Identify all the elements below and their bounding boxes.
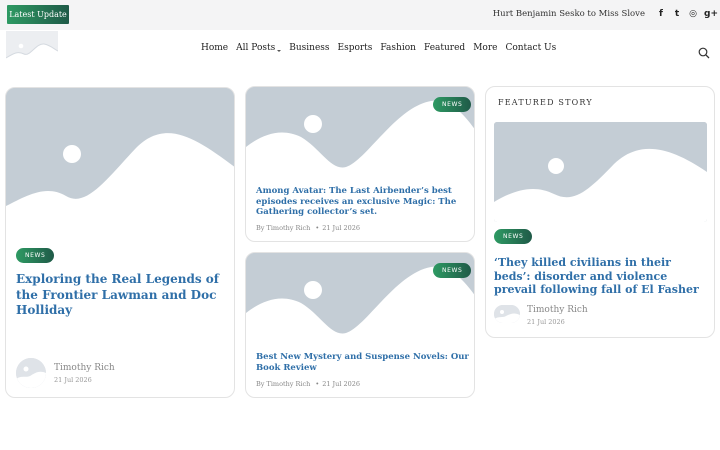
main-article-card[interactable]: NEWS Exploring the Real Legends of the F… [5, 87, 235, 398]
facebook-icon[interactable]: f [656, 8, 666, 20]
featured-story-card[interactable]: FEATURED STORY NEWS ‘They killed civilia… [485, 86, 715, 338]
author-name[interactable]: By Timothy Rich [256, 380, 310, 388]
nav-all-posts[interactable]: All Posts [236, 43, 282, 53]
social-links: f t ◎ g+ [656, 8, 718, 20]
image-placeholder-icon [6, 88, 234, 238]
article-byline: By Timothy Rich • 21 Jul 2026 [256, 380, 360, 388]
news-ticker[interactable]: Hurt Benjamin Sesko to Miss Slove [493, 9, 645, 19]
post-date: 21 Jul 2026 [322, 380, 361, 388]
nav-business[interactable]: Business [289, 43, 329, 53]
post-date: 21 Jul 2026 [322, 224, 361, 232]
avatar[interactable] [16, 358, 46, 388]
article-image[interactable] [6, 88, 234, 238]
main-nav: Home All Posts Business Esports Fashion … [201, 43, 556, 53]
nav-label: Home [201, 43, 229, 53]
nav-more[interactable]: More [473, 43, 497, 53]
separator: • [315, 224, 320, 232]
search-icon [698, 47, 710, 59]
author-name[interactable]: By Timothy Rich [256, 224, 310, 232]
image-placeholder-icon [494, 122, 707, 222]
avatar-placeholder-icon [16, 358, 46, 388]
nav-esports[interactable]: Esports [338, 43, 373, 53]
article-byline: By Timothy Rich • 21 Jul 2026 [256, 224, 360, 232]
nav-label: All Posts [236, 43, 276, 53]
nav-label: Contact Us [505, 43, 557, 53]
avatar-placeholder-icon [494, 305, 520, 323]
nav-contact-us[interactable]: Contact Us [505, 43, 556, 53]
chevron-down-icon [277, 49, 282, 52]
search-button[interactable] [698, 44, 710, 59]
category-tag[interactable]: NEWS [16, 248, 55, 263]
post-date: 21 Jul 2026 [54, 376, 92, 384]
top-bar: Latest Update Hurt Benjamin Sesko to Mis… [0, 0, 720, 30]
author-name[interactable]: Timothy Rich [527, 305, 588, 315]
image-placeholder-icon [6, 31, 58, 66]
twitter-icon[interactable]: t [672, 8, 682, 20]
article-card[interactable]: NEWS Best New Mystery and Suspense Novel… [245, 252, 475, 398]
google-plus-icon[interactable]: g+ [704, 8, 718, 20]
article-card[interactable]: NEWS Among Avatar: The Last Airbender’s … [245, 86, 475, 242]
category-tag[interactable]: NEWS [433, 263, 472, 278]
nav-featured[interactable]: Featured [424, 43, 465, 53]
nav-home[interactable]: Home [201, 43, 228, 53]
article-image[interactable] [494, 122, 707, 222]
post-date: 21 Jul 2026 [527, 318, 565, 326]
nav-label: More [473, 43, 498, 53]
category-tag[interactable]: NEWS [433, 97, 472, 112]
site-logo[interactable] [6, 31, 58, 66]
nav-label: Featured [423, 43, 466, 53]
latest-update-badge[interactable]: Latest Update [7, 5, 69, 24]
category-tag[interactable]: NEWS [494, 229, 533, 244]
article-title[interactable]: ‘They killed civilians in their beds’: d… [494, 256, 708, 297]
instagram-icon[interactable]: ◎ [688, 8, 698, 20]
separator: • [315, 380, 320, 388]
article-title[interactable]: Exploring the Real Legends of the Fronti… [16, 272, 228, 319]
article-title[interactable]: Among Avatar: The Last Airbender’s best … [256, 186, 470, 218]
section-heading: FEATURED STORY [498, 98, 593, 107]
nav-label: Business [289, 43, 330, 53]
nav-label: Fashion [380, 43, 416, 53]
avatar[interactable] [494, 305, 520, 323]
nav-label: Esports [337, 43, 373, 53]
nav-fashion[interactable]: Fashion [380, 43, 416, 53]
author-name[interactable]: Timothy Rich [54, 363, 115, 373]
article-title[interactable]: Best New Mystery and Suspense Novels: Ou… [256, 352, 470, 373]
